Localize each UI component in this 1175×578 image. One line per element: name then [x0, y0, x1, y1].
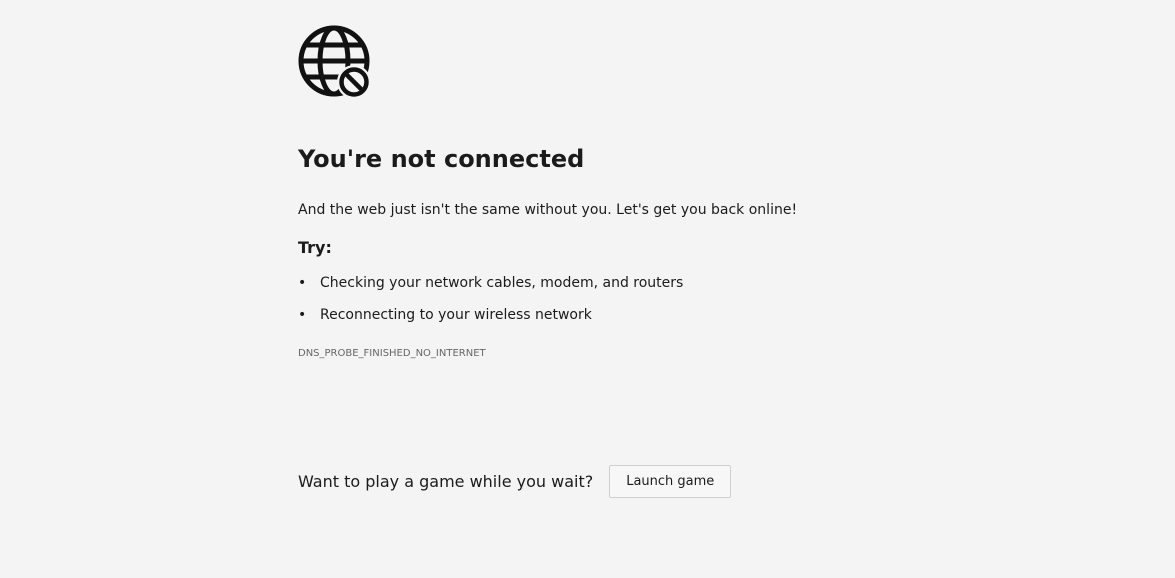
suggestion-text: Reconnecting to your wireless network: [320, 307, 592, 323]
game-prompt: Want to play a game while you wait?: [298, 471, 594, 491]
error-code: DNS_PROBE_FINISHED_NO_INTERNET: [298, 348, 486, 359]
suggestion-item: • Reconnecting to your wireless network: [298, 304, 683, 336]
suggestion-item: • Checking your network cables, modem, a…: [298, 272, 683, 304]
suggestions-list: • Checking your network cables, modem, a…: [298, 272, 683, 336]
page-subtitle: And the web just isn't the same without …: [298, 202, 798, 218]
globe-blocked-icon: [298, 25, 370, 97]
page-title: You're not connected: [298, 145, 585, 173]
bullet: •: [298, 275, 307, 291]
game-row: Want to play a game while you wait? Laun…: [298, 465, 732, 498]
suggestion-text: Checking your network cables, modem, and…: [320, 275, 684, 291]
launch-game-button[interactable]: Launch game: [609, 465, 732, 498]
suggestions-heading: Try:: [298, 238, 332, 257]
bullet: •: [298, 307, 307, 323]
